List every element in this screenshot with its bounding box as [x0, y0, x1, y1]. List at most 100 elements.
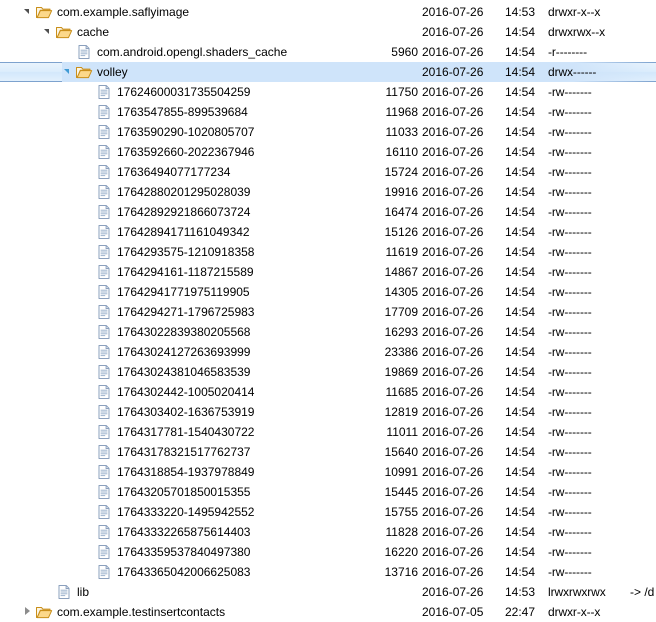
- row-date: 2016-07-26: [422, 425, 484, 439]
- tree-row[interactable]: 17643332265875614403 11828 2016-07-26 14:54…: [0, 522, 656, 542]
- tree-row[interactable]: volley 2016-07-26 14:54 drwx------: [0, 62, 656, 82]
- row-date: 2016-07-26: [422, 545, 484, 559]
- tree-row[interactable]: 17643365042006625083 13716 2016-07-26 14:54…: [0, 562, 656, 582]
- row-permissions: -r--------: [548, 45, 587, 59]
- row-time: 14:54: [505, 205, 536, 219]
- row-date: 2016-07-05: [422, 605, 484, 619]
- row-date: 2016-07-26: [422, 585, 484, 599]
- tree-row[interactable]: 1764303402-1636753919 12819 2016-07-26 14:5…: [0, 402, 656, 422]
- tree-row[interactable]: 17642880201295028039 19916 2016-07-26 14:54…: [0, 182, 656, 202]
- row-time: 14:54: [505, 45, 536, 59]
- row-permissions: -rw-------: [548, 445, 592, 459]
- tree-row[interactable]: 17642941771975119905 14305 2016-07-26 14:54…: [0, 282, 656, 302]
- row-label: 17642941771975119905: [117, 285, 250, 299]
- row-size: 19916: [384, 185, 418, 199]
- row-permissions: -rw-------: [548, 345, 592, 359]
- row-size: 11750: [385, 85, 418, 99]
- row-time: 14:54: [505, 425, 536, 439]
- row-label: 1764294271-1796725983: [117, 305, 255, 319]
- row-time: 14:54: [505, 465, 536, 479]
- tree-row[interactable]: 17643024127263693999 23386 2016-07-26 14:54…: [0, 342, 656, 362]
- file-icon: [95, 424, 113, 440]
- tree-row[interactable]: 1764293575-1210918358 11619 2016-07-26 14:5…: [0, 242, 656, 262]
- tree-row[interactable]: com.example.saflyimage 2016-07-26 14:53 drw…: [0, 2, 656, 22]
- row-permissions: -rw-------: [548, 105, 592, 119]
- row-label: 17643332265875614403: [117, 525, 251, 539]
- row-label: 17624600031735504259: [117, 85, 251, 99]
- row-permissions: -rw-------: [548, 365, 592, 379]
- tree-row[interactable]: 17636494077177234 15724 2016-07-26 14:54 -rw…: [0, 162, 656, 182]
- tree-row[interactable]: 1763547855-899539684 11968 2016-07-26 14:54…: [0, 102, 656, 122]
- tree-row[interactable]: lib 2016-07-26 14:53 lrwxrwxrwx -> /d: [0, 582, 656, 602]
- row-time: 14:54: [505, 65, 536, 79]
- tree-row[interactable]: 1763590290-1020805707 11033 2016-07-26 14:5…: [0, 122, 656, 142]
- chevron-down-icon[interactable]: [22, 2, 35, 22]
- file-icon: [95, 464, 113, 480]
- row-permissions: -rw-------: [548, 465, 592, 479]
- row-label: 17642892921866073724: [117, 205, 251, 219]
- row-date: 2016-07-26: [422, 105, 484, 119]
- tree-row[interactable]: 1764333220-1495942552 15755 2016-07-26 14:5…: [0, 502, 656, 522]
- tree-row[interactable]: 17643024381046583539 19869 2016-07-26 14:54…: [0, 362, 656, 382]
- row-label: 1763590290-1020805707: [117, 125, 255, 139]
- row-date: 2016-07-26: [422, 65, 484, 79]
- row-permissions: -rw-------: [548, 125, 592, 139]
- tree-row[interactable]: com.example.testinsertcontacts 2016-07-05…: [0, 602, 656, 622]
- chevron-down-icon[interactable]: [42, 22, 55, 42]
- row-label: 17642880201295028039: [117, 185, 251, 199]
- chevron-right-icon[interactable]: [22, 602, 35, 622]
- file-icon: [95, 524, 113, 540]
- row-label: com.example.testinsertcontacts: [57, 605, 226, 619]
- row-size: [280, 582, 418, 602]
- tree-row[interactable]: 1764302442-1005020414 11685 2016-07-26 14:5…: [0, 382, 656, 402]
- file-icon: [95, 564, 113, 580]
- row-permissions: drwxrwx--x: [548, 25, 605, 39]
- row-date: 2016-07-26: [422, 345, 484, 359]
- row-time: 14:54: [505, 245, 536, 259]
- tree-row[interactable]: 17642894171161049342 15126 2016-07-26 14:54…: [0, 222, 656, 242]
- tree-row[interactable]: 17643205701850015355 15445 2016-07-26 14:54…: [0, 482, 656, 502]
- file-icon: [95, 224, 113, 240]
- tree-row[interactable]: 17643359537840497380 16220 2016-07-26 14:54…: [0, 542, 656, 562]
- chevron-down-icon[interactable]: [62, 62, 75, 82]
- tree-row[interactable]: 17642892921866073724 16474 2016-07-26 14:54…: [0, 202, 656, 222]
- row-label: 1764302442-1005020414: [117, 385, 255, 399]
- row-date: 2016-07-26: [422, 485, 484, 499]
- file-tree[interactable]: com.example.saflyimage 2016-07-26 14:53 drw…: [0, 0, 656, 622]
- file-icon: [95, 404, 113, 420]
- row-permissions: -rw-------: [548, 245, 592, 259]
- tree-row[interactable]: 17624600031735504259 11750 2016-07-26 14:54…: [0, 82, 656, 102]
- row-label: 17636494077177234: [117, 165, 231, 179]
- tree-row[interactable]: 1763592660-2022367946 16110 2016-07-26 14:5…: [0, 142, 656, 162]
- row-size: [280, 2, 418, 22]
- row-label: 1764294161-1187215589: [117, 265, 254, 279]
- tree-row[interactable]: 17643178321517762737 15640 2016-07-26 14:54…: [0, 442, 656, 462]
- row-time: 14:54: [505, 145, 536, 159]
- tree-row[interactable]: 17643022839380205568 16293 2016-07-26 14:54…: [0, 322, 656, 342]
- tree-row[interactable]: 1764318854-1937978849 10991 2016-07-26 14:5…: [0, 462, 656, 482]
- row-size: [280, 22, 418, 42]
- tree-row[interactable]: 1764294271-1796725983 17709 2016-07-26 14:5…: [0, 302, 656, 322]
- tree-row[interactable]: com.android.opengl.shaders_cache 5960 2016…: [0, 42, 656, 62]
- file-icon: [95, 284, 113, 300]
- row-date: 2016-07-26: [422, 245, 484, 259]
- tree-row[interactable]: 1764317781-1540430722 11011 2016-07-26 14:5…: [0, 422, 656, 442]
- file-icon: [95, 544, 113, 560]
- row-time: 14:54: [505, 25, 536, 39]
- file-icon: [95, 164, 113, 180]
- row-permissions: -rw-------: [548, 265, 592, 279]
- row-date: 2016-07-26: [422, 445, 484, 459]
- tree-row[interactable]: cache 2016-07-26 14:54 drwxrwx--x: [0, 22, 656, 42]
- row-time: 14:54: [505, 365, 536, 379]
- tree-row[interactable]: 1764294161-1187215589 14867 2016-07-26 14:5…: [0, 262, 656, 282]
- row-time: 14:54: [505, 525, 536, 539]
